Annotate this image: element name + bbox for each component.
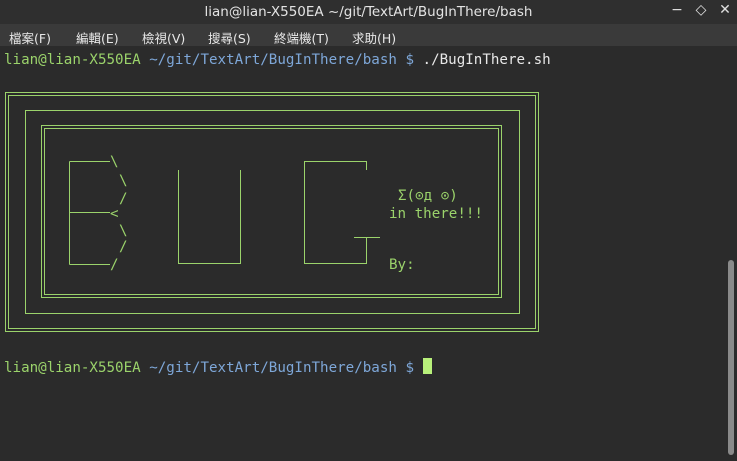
bug-char: / [119, 191, 128, 207]
scrollbar[interactable] [724, 46, 737, 461]
caption-text: in there!!! [389, 206, 483, 222]
face-text: Σ(⊙д ⊙) [398, 188, 458, 204]
bug-char: \ [119, 223, 128, 239]
bug-char: < [110, 206, 119, 222]
letter-u [178, 170, 241, 264]
scrollbar-thumb[interactable] [728, 260, 734, 455]
bug-char: / [110, 257, 119, 273]
letter-g [304, 161, 380, 264]
bug-char: \ [110, 154, 119, 170]
letter-b [69, 161, 110, 265]
bug-ascii-art: \ \ / < \ / / Σ(⊙д ⊙) in there!!! By: [5, 92, 539, 332]
bug-char: \ [119, 173, 128, 189]
bug-char: / [119, 239, 128, 255]
by-text: By: [389, 257, 415, 273]
